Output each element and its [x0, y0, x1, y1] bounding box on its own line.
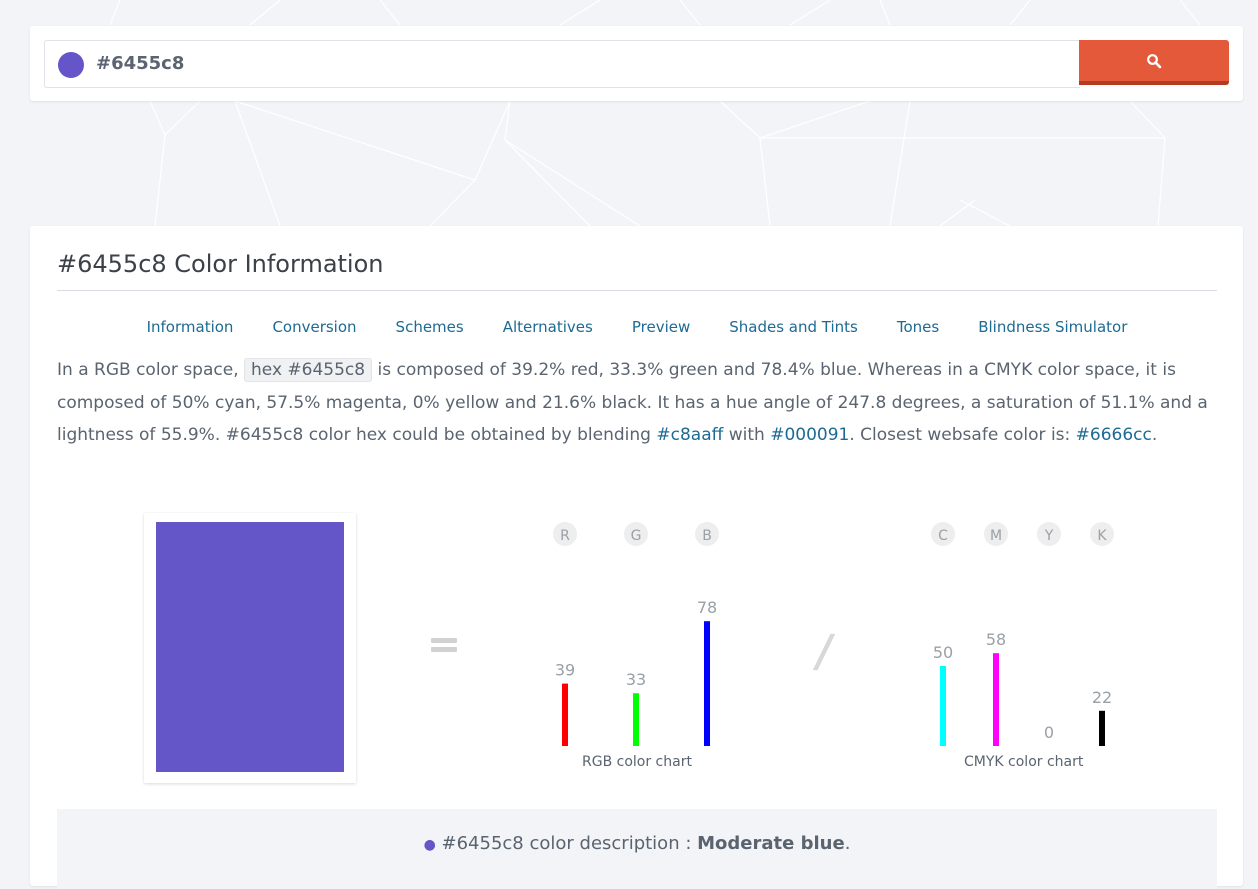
cmyk-chart-caption: CMYK color chart	[964, 754, 1084, 770]
description-value: Moderate blue	[697, 833, 845, 854]
summary-text-3: with	[723, 425, 771, 446]
rgb-bar-b	[704, 621, 710, 746]
tab-information[interactable]: Information	[147, 318, 234, 336]
cmyk-value-label-k: 22	[1092, 688, 1112, 707]
equals-sign	[431, 638, 457, 656]
search-card: #6455c8	[30, 26, 1243, 101]
rgb-bar-r	[562, 683, 568, 746]
summary-text-5: .	[1151, 425, 1158, 446]
cmyk-category-label-m: M	[990, 528, 1002, 544]
tab-shades-and-tints[interactable]: Shades and Tints	[729, 318, 858, 336]
tab-schemes[interactable]: Schemes	[396, 318, 464, 336]
cmyk-value-label-y: 0	[1044, 723, 1054, 742]
summary-text-4: . Closest websafe color is:	[849, 425, 1076, 446]
cmyk-category-label-y: Y	[1044, 528, 1054, 544]
rgb-bar-g	[633, 693, 639, 746]
cmyk-value-label-c: 50	[933, 643, 953, 662]
rgb-value-label-r: 39	[555, 661, 575, 680]
rgb-value-label-g: 33	[626, 670, 646, 689]
color-description-band: ● #6455c8 color description : Moderate b…	[57, 809, 1217, 889]
rgb-chart-svg: R 39 G 33 B 78	[553, 522, 719, 746]
summary-text-1: In a RGB color space,	[57, 360, 245, 380]
color-swatch-dot	[58, 52, 84, 78]
tab-tones[interactable]: Tones	[897, 318, 939, 336]
cmyk-chart: C 50 M 58 Y 0 K 22	[910, 516, 1140, 751]
color-swatch	[156, 522, 344, 772]
cmyk-bar-m	[993, 653, 999, 746]
color-swatch-frame	[144, 513, 356, 783]
cmyk-value-label-m: 58	[986, 630, 1006, 649]
rgb-value-label-b: 78	[697, 598, 717, 617]
search-icon	[1147, 53, 1162, 68]
tab-conversion[interactable]: Conversion	[272, 318, 356, 336]
cmyk-category-label-k: K	[1097, 528, 1107, 544]
rgb-category-label-r: R	[560, 528, 570, 544]
description-prefix: #6455c8 color description :	[435, 833, 698, 854]
color-description: ● #6455c8 color description : Moderate b…	[57, 833, 1217, 854]
rgb-category-label-b: B	[702, 528, 712, 544]
title-divider	[57, 290, 1217, 291]
color-information-card: #6455c8 Color Information Information Co…	[30, 226, 1243, 889]
tab-alternatives[interactable]: Alternatives	[503, 318, 593, 336]
cmyk-bar-c	[940, 666, 946, 746]
rgb-chart: R 39 G 33 B 78	[530, 516, 750, 751]
color-summary-paragraph: In a RGB color space, hex #6455c8 is com…	[57, 354, 1222, 452]
page-title: #6455c8 Color Information	[57, 250, 384, 278]
rgb-chart-caption: RGB color chart	[582, 754, 692, 770]
websafe-color-link[interactable]: #6666cc	[1076, 425, 1152, 445]
search-input-value[interactable]: #6455c8	[96, 53, 184, 74]
cmyk-category-label-c: C	[938, 528, 948, 544]
slash-separator: /	[811, 626, 837, 677]
bullet-icon: ●	[423, 837, 436, 853]
blend-color-link-2[interactable]: #000091	[770, 425, 849, 445]
cmyk-bar-k	[1099, 710, 1105, 746]
tab-preview[interactable]: Preview	[632, 318, 690, 336]
search-button[interactable]	[1079, 40, 1229, 85]
search-input[interactable]: #6455c8	[44, 40, 1080, 88]
hex-code-chip: hex #6455c8	[244, 358, 373, 382]
blend-color-link-1[interactable]: #c8aaff	[656, 425, 723, 445]
rgb-category-label-g: G	[631, 528, 642, 544]
cmyk-chart-svg: C 50 M 58 Y 0 K 22	[931, 522, 1114, 746]
tab-blindness-simulator[interactable]: Blindness Simulator	[978, 318, 1127, 336]
description-suffix: .	[844, 833, 851, 854]
section-tabs: Information Conversion Schemes Alternati…	[57, 318, 1217, 336]
